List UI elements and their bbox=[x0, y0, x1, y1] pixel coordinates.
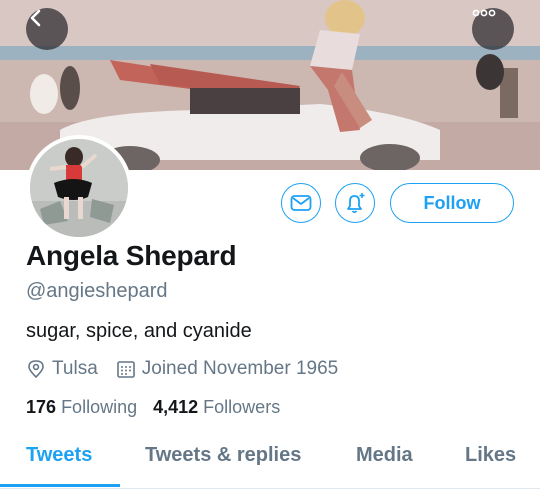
tab-tweets[interactable]: Tweets bbox=[26, 444, 92, 467]
follow-button[interactable]: Follow bbox=[390, 183, 514, 223]
follow-counts: 176 Following 4,412 Followers bbox=[26, 397, 296, 418]
bell-plus-icon bbox=[347, 193, 365, 214]
followers-count: 4,412 bbox=[153, 397, 199, 417]
location-pin-icon bbox=[28, 360, 44, 379]
followers-link[interactable]: 4,412 Followers bbox=[153, 397, 280, 418]
following-count: 176 bbox=[26, 397, 57, 417]
message-button[interactable] bbox=[281, 183, 321, 223]
notifications-button[interactable] bbox=[335, 183, 375, 223]
location-item: Tulsa bbox=[26, 358, 98, 380]
location-text: Tulsa bbox=[52, 358, 98, 379]
envelope-icon bbox=[290, 195, 312, 211]
ellipsis-icon bbox=[472, 9, 496, 17]
profile-tabs: Tweets Tweets & replies Media Likes bbox=[0, 432, 540, 489]
tab-media[interactable]: Media bbox=[356, 444, 413, 467]
avatar-photo bbox=[30, 139, 128, 237]
chevron-left-icon bbox=[30, 9, 41, 27]
avatar[interactable] bbox=[26, 135, 132, 241]
more-options-button[interactable] bbox=[472, 8, 514, 50]
active-tab-indicator bbox=[0, 484, 120, 487]
tab-likes[interactable]: Likes bbox=[465, 444, 516, 467]
followers-label: Followers bbox=[203, 397, 281, 417]
tab-tweets-replies[interactable]: Tweets & replies bbox=[145, 444, 301, 467]
following-link[interactable]: 176 Following bbox=[26, 397, 137, 418]
profile-name: Angela Shepard bbox=[26, 240, 237, 271]
following-label: Following bbox=[61, 397, 138, 417]
calendar-icon bbox=[116, 361, 135, 378]
back-button[interactable] bbox=[26, 8, 68, 50]
profile-bio: sugar, spice, and cyanide bbox=[26, 320, 252, 342]
profile-handle: @angieshepard bbox=[26, 280, 168, 302]
profile-meta: Tulsa Joined November 1965 bbox=[26, 356, 356, 382]
joined-text: Joined November 1965 bbox=[141, 358, 339, 379]
joined-item: Joined November 1965 bbox=[116, 358, 338, 380]
